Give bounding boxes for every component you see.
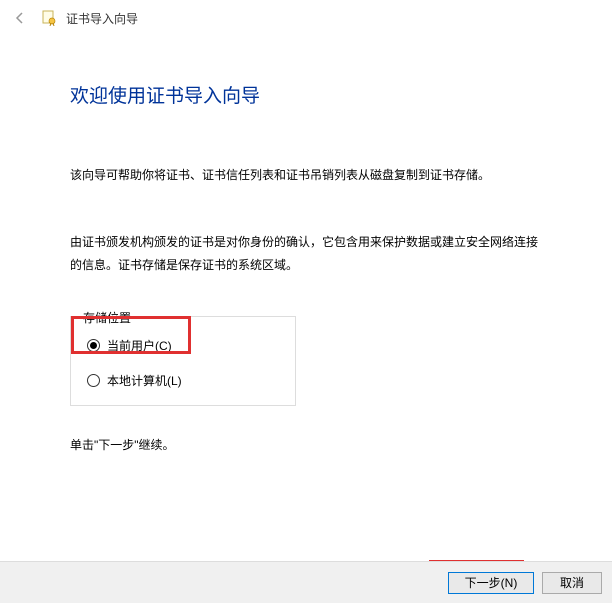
continue-hint: 单击"下一步"继续。: [70, 436, 542, 453]
intro-paragraph-1: 该向导可帮助你将证书、证书信任列表和证书吊销列表从磁盘复制到证书存储。: [70, 164, 542, 187]
radio-local-machine[interactable]: 本地计算机(L): [83, 370, 283, 391]
back-arrow-icon[interactable]: [10, 8, 30, 28]
store-location-fieldset: 存储位置 当前用户(C) 本地计算机(L): [70, 316, 296, 406]
radio-label-current-user: 当前用户(C): [107, 337, 172, 354]
page-title: 欢迎使用证书导入向导: [70, 81, 542, 108]
next-button[interactable]: 下一步(N): [448, 572, 534, 594]
wizard-footer: 下一步(N) 取消: [0, 561, 612, 603]
wizard-header: 证书导入向导: [0, 0, 612, 36]
radio-icon: [87, 374, 100, 387]
radio-label-local-machine: 本地计算机(L): [107, 372, 182, 389]
intro-paragraph-2: 由证书颁发机构颁发的证书是对你身份的确认，它包含用来保护数据或建立安全网络连接的…: [70, 231, 542, 277]
radio-current-user[interactable]: 当前用户(C): [83, 335, 283, 356]
cancel-button[interactable]: 取消: [542, 572, 602, 594]
fieldset-legend: 存储位置: [79, 309, 135, 326]
radio-icon: [87, 339, 100, 352]
header-title: 证书导入向导: [66, 10, 138, 27]
certificate-icon: [40, 9, 58, 27]
wizard-content: 欢迎使用证书导入向导 该向导可帮助你将证书、证书信任列表和证书吊销列表从磁盘复制…: [0, 36, 612, 453]
